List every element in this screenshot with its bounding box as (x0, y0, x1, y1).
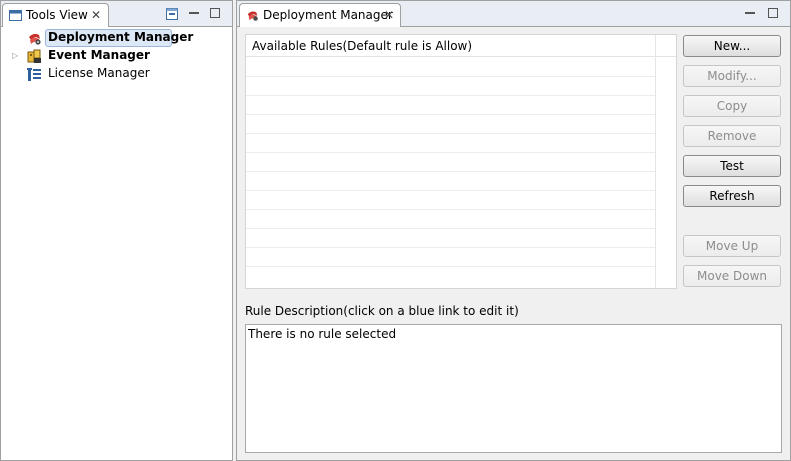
table-row (246, 247, 655, 248)
table-row (246, 266, 655, 267)
tab-tools-view-label: Tools View (26, 8, 88, 22)
rule-description-label: Rule Description(click on a blue link to… (245, 304, 519, 318)
new-rule-button[interactable]: New... (683, 35, 781, 57)
tree-item-label: Deployment Manager (48, 30, 194, 44)
minimize-icon[interactable] (744, 7, 756, 19)
license-manager-icon (27, 67, 42, 82)
close-icon[interactable]: ✕ (384, 8, 394, 22)
deployment-manager-editor: Deployment Manager ✕ Available Rules(Def… (236, 0, 791, 461)
tab-deployment-manager[interactable]: Deployment Manager ✕ (239, 3, 401, 27)
available-rules-table[interactable]: Available Rules(Default rule is Allow) (245, 34, 677, 289)
tree-item-deployment-manager[interactable]: Deployment Manager (1, 29, 232, 47)
tab-tools-view[interactable]: Tools View ✕ (2, 3, 109, 27)
tree-item-label: Event Manager (48, 48, 150, 62)
tools-view-panel: Tools View ✕ Deployment Manager ▷ Event … (0, 0, 233, 461)
deployment-manager-tabbar: Deployment Manager ✕ (237, 1, 790, 27)
tree-item-event-manager[interactable]: ▷ Event Manager (1, 47, 232, 65)
event-manager-icon (27, 49, 42, 64)
remove-rule-button[interactable]: Remove (683, 125, 781, 147)
deployment-manager-icon (246, 9, 259, 22)
table-header[interactable]: Available Rules(Default rule is Allow) (246, 35, 676, 57)
rule-description-box[interactable]: There is no rule selected (245, 324, 782, 453)
move-down-button[interactable]: Move Down (683, 265, 781, 287)
table-row (246, 114, 655, 115)
table-row (246, 133, 655, 134)
refresh-button[interactable]: Refresh (683, 185, 781, 207)
minimize-icon[interactable] (188, 7, 200, 19)
maximize-icon[interactable] (767, 7, 779, 19)
close-icon[interactable]: ✕ (91, 8, 101, 22)
table-row (246, 152, 655, 153)
tools-view-icon (9, 9, 22, 22)
tools-view-tabbar: Tools View ✕ (1, 1, 232, 27)
move-up-button[interactable]: Move Up (683, 235, 781, 257)
table-row (246, 228, 655, 229)
expand-arrow-icon[interactable]: ▷ (12, 51, 20, 61)
deployment-manager-icon (27, 31, 42, 46)
table-row (246, 209, 655, 210)
tools-tree: Deployment Manager ▷ Event Manager Licen… (1, 28, 232, 458)
column-header-available-rules: Available Rules(Default rule is Allow) (252, 39, 473, 53)
tab-deployment-manager-label: Deployment Manager (263, 8, 393, 22)
table-row (246, 95, 655, 96)
rule-description-text: There is no rule selected (248, 327, 397, 341)
modify-rule-button[interactable]: Modify... (683, 65, 781, 87)
maximize-icon[interactable] (209, 7, 221, 19)
test-button[interactable]: Test (683, 155, 781, 177)
collapse-all-icon[interactable] (166, 8, 178, 20)
table-row (246, 190, 655, 191)
table-row (246, 76, 655, 77)
column-divider (655, 35, 656, 288)
tree-item-label: License Manager (48, 66, 150, 80)
tree-item-license-manager[interactable]: License Manager (1, 65, 232, 83)
table-row (246, 171, 655, 172)
copy-rule-button[interactable]: Copy (683, 95, 781, 117)
